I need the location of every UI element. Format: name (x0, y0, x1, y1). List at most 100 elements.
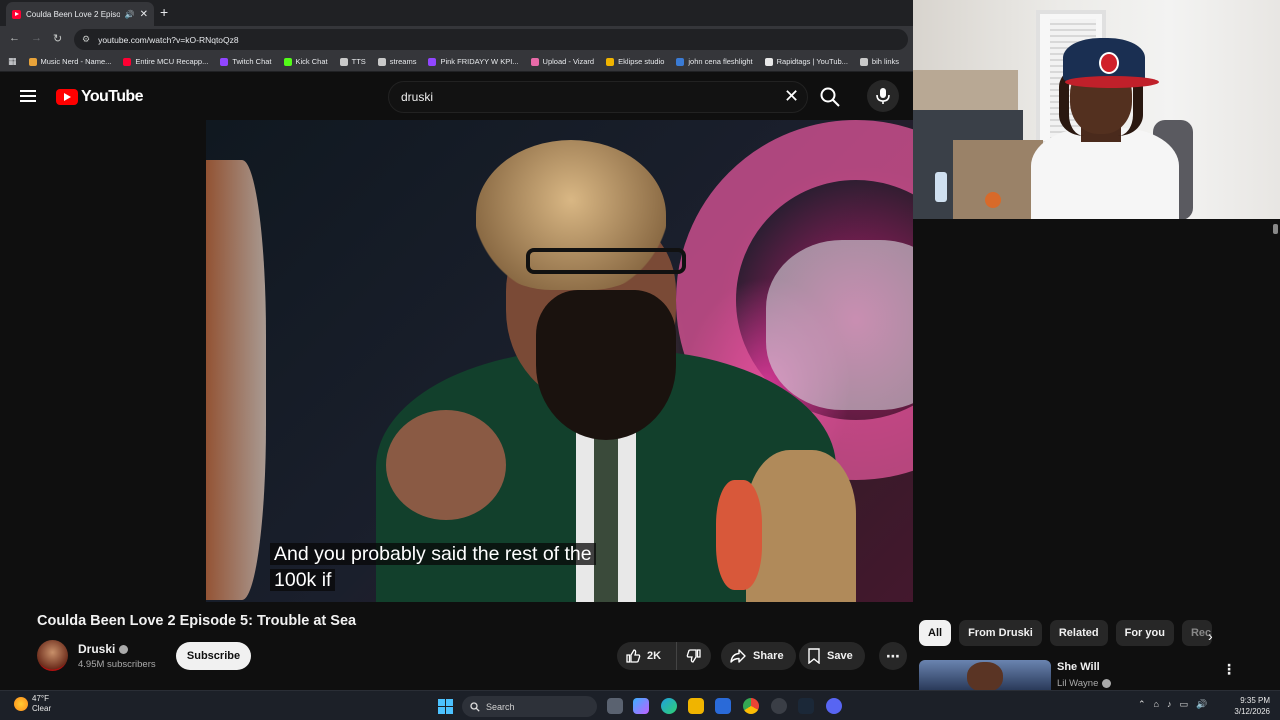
bookmark-favicon-icon (123, 57, 132, 66)
display-icon[interactable]: ▭ (1179, 699, 1188, 710)
bookmark-item[interactable]: Upload - Vizard (530, 57, 594, 66)
task-view-icon[interactable] (607, 698, 623, 714)
youtube-header: YouTube druski ✕ (0, 72, 913, 120)
bookmark-favicon-icon (530, 57, 539, 66)
chevron-right-icon[interactable]: › (1208, 628, 1213, 644)
voice-search-button[interactable] (867, 80, 899, 112)
weather-condition: Clear (32, 704, 52, 713)
microphone-tray-icon[interactable]: ♪ (1167, 699, 1172, 710)
scrollbar-thumb[interactable] (1273, 224, 1278, 234)
back-icon[interactable]: ← (9, 32, 20, 44)
network-icon[interactable]: ⌂ (1154, 699, 1159, 710)
close-tab-icon[interactable]: ✕ (140, 9, 148, 20)
save-button[interactable]: Save (799, 642, 865, 670)
bookmark-favicon-icon (676, 57, 685, 66)
share-icon (730, 649, 746, 663)
browser-tab-active[interactable]: Coulda Been Love 2 Episode 🔊 ✕ (6, 2, 154, 26)
taskbar-clock[interactable]: 9:35 PM 3/12/2026 (1226, 695, 1270, 717)
microsoft-store-icon[interactable] (715, 698, 731, 714)
bookmark-item[interactable]: Music Nerd - Name... (28, 57, 111, 66)
search-icon (470, 701, 480, 712)
recommended-video-title[interactable]: She Will (1057, 661, 1100, 673)
like-count: 2K (647, 650, 662, 662)
speaker-icon[interactable]: 🔊 (125, 10, 135, 19)
channel-name[interactable]: Druski (78, 642, 129, 656)
clock-time: 9:35 PM (1240, 696, 1270, 705)
caption-line-1: And you probably said the rest of the (270, 543, 596, 565)
more-actions-icon[interactable]: ⋯ (879, 642, 907, 670)
tab-title: Coulda Been Love 2 Episode (26, 9, 120, 19)
chip-all[interactable]: All (919, 620, 952, 646)
windows-start-icon[interactable] (438, 699, 453, 714)
video-title: Coulda Been Love 2 Episode 5: Trouble at… (37, 613, 357, 629)
bookmark-item[interactable]: TTS (339, 57, 366, 66)
bookmark-item[interactable]: bih links (859, 57, 899, 66)
share-label: Share (753, 650, 784, 662)
channel-name-text: Druski (78, 642, 116, 656)
chrome-icon[interactable] (743, 698, 759, 714)
weather-widget[interactable]: 47°F Clear (14, 694, 51, 714)
thumbs-up-icon (626, 649, 641, 663)
webcam-cap-brim (1065, 76, 1159, 88)
video-scene-hand (386, 410, 506, 520)
youtube-logo[interactable]: YouTube (56, 88, 143, 106)
like-button[interactable]: 2K (617, 642, 677, 670)
clear-search-icon[interactable]: ✕ (784, 86, 799, 107)
channel-avatar[interactable] (37, 640, 68, 671)
new-tab-icon[interactable]: + (160, 4, 168, 20)
bookmark-item[interactable]: Rapidtags | YouTub... (764, 57, 848, 66)
filter-chips: All From Druski Related For you Rec (919, 620, 1212, 646)
bookmarks-bar: ▦ Music Nerd - Name... Entire MCU Recapp… (0, 52, 913, 72)
share-button[interactable]: Share (721, 642, 796, 670)
bookmark-save-icon (808, 648, 820, 664)
weather-temp: 47°F (32, 694, 49, 703)
bookmark-item[interactable]: Eklipse studio (606, 57, 664, 66)
bookmark-item[interactable]: Entire MCU Recapp... (123, 57, 208, 66)
reload-icon[interactable]: ↻ (53, 32, 62, 45)
discord-icon[interactable] (826, 698, 842, 714)
subscribe-button[interactable]: Subscribe (176, 642, 251, 670)
taskbar-search-label: Search (486, 701, 515, 712)
forward-icon[interactable]: → (31, 32, 42, 44)
webcam-basketball (985, 192, 1001, 208)
taskbar-search[interactable]: Search (462, 696, 597, 717)
bookmark-item[interactable]: Pink FRIDAYY W KPI... (428, 57, 519, 66)
video-scene-left-person (206, 160, 266, 600)
weather-icon (14, 697, 28, 711)
webcam-dresser (953, 140, 1043, 219)
search-value: druski (401, 90, 434, 104)
bookmark-item[interactable]: streams (377, 57, 416, 66)
search-icon[interactable] (818, 85, 842, 109)
video-scene-glasses (526, 248, 686, 274)
file-explorer-icon[interactable] (688, 698, 704, 714)
chip-from-druski[interactable]: From Druski (959, 620, 1042, 646)
video-scene-sleeve (746, 450, 856, 602)
edge-icon[interactable] (661, 698, 677, 714)
webcam-water-bottle (935, 172, 947, 202)
bookmark-item[interactable]: Twitch Chat (220, 57, 272, 66)
windows-taskbar: 47°F Clear Search ⌃ ⌂ ♪ ▭ 🔊 9:35 PM 3/12… (0, 690, 1280, 720)
address-bar[interactable]: ⚙ youtube.com/watch?v=kO-RNqtoQz8 (74, 29, 908, 50)
copilot-icon[interactable] (633, 698, 649, 714)
apps-grid-icon[interactable]: ▦ (8, 56, 17, 67)
chip-for-you[interactable]: For you (1115, 620, 1174, 646)
volume-icon[interactable]: 🔊 (1196, 699, 1207, 710)
save-label: Save (827, 650, 853, 662)
browser-toolbar: ← → ↻ ⚙ youtube.com/watch?v=kO-RNqtoQz8 (0, 26, 913, 52)
browser-tab-bar: Coulda Been Love 2 Episode 🔊 ✕ + (0, 0, 913, 26)
search-input[interactable]: druski (388, 81, 808, 113)
chip-related[interactable]: Related (1049, 620, 1108, 646)
recommended-video-channel[interactable]: Lil Wayne (1057, 678, 1112, 689)
bookmark-favicon-icon (283, 57, 292, 66)
video-scene-beard (536, 290, 676, 440)
obs-icon[interactable] (771, 698, 787, 714)
tray-overflow-icon[interactable]: ⌃ (1138, 699, 1146, 710)
steam-icon[interactable] (798, 698, 814, 714)
recommended-video-menu-icon[interactable]: ⋮ (1222, 661, 1236, 678)
dislike-button[interactable] (677, 648, 711, 664)
bookmark-item[interactable]: Kick Chat (283, 57, 328, 66)
menu-icon[interactable] (20, 90, 36, 102)
bookmark-item[interactable]: john cena fleshlight (676, 57, 753, 66)
site-info-icon[interactable]: ⚙ (82, 34, 90, 45)
recommended-video-thumbnail[interactable] (919, 660, 1051, 690)
